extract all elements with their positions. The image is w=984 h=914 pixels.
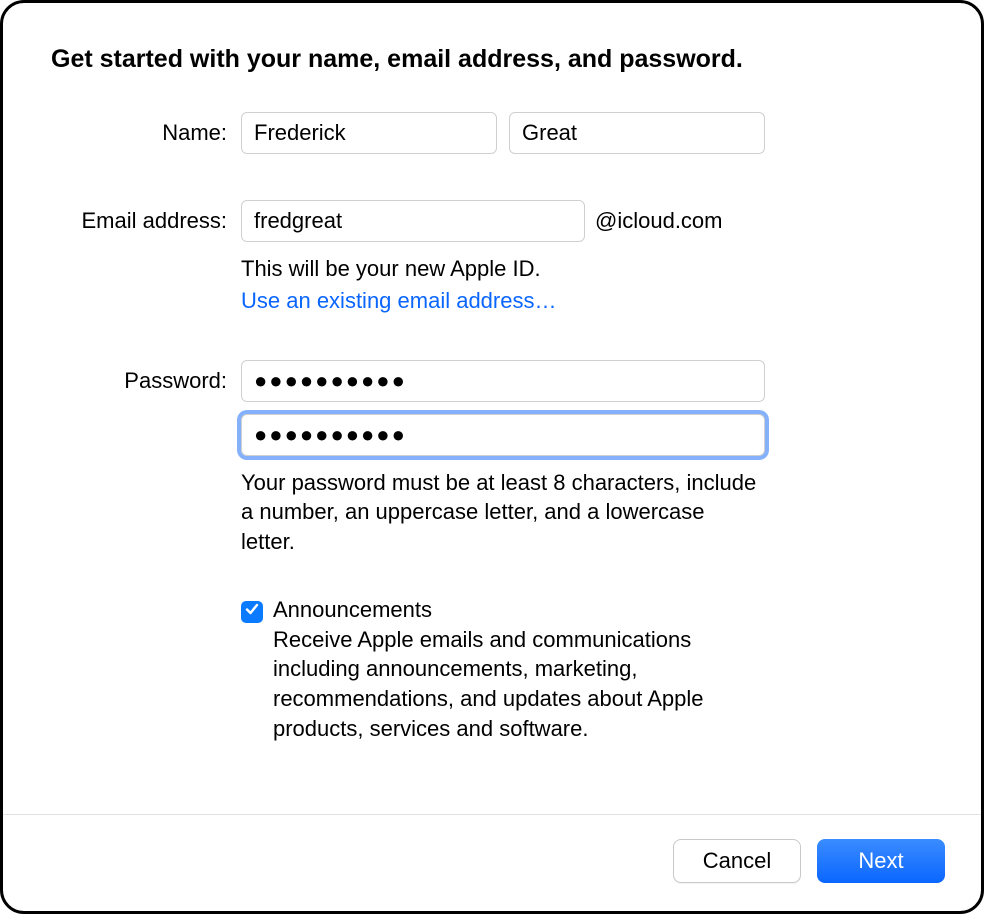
announcements-field-col: Announcements Receive Apple emails and c… bbox=[241, 597, 933, 744]
password-hint: Your password must be at least 8 charact… bbox=[241, 468, 761, 557]
email-row: Email address: @icloud.com This will be … bbox=[51, 200, 933, 314]
name-fields bbox=[241, 112, 933, 154]
cancel-button[interactable]: Cancel bbox=[673, 839, 801, 883]
first-name-input[interactable] bbox=[241, 112, 497, 154]
password-confirm-input[interactable] bbox=[241, 414, 765, 456]
announcements-content: Announcements Receive Apple emails and c… bbox=[273, 597, 933, 744]
signup-dialog: Get started with your name, email addres… bbox=[0, 0, 984, 914]
announcements-checkbox[interactable] bbox=[241, 601, 263, 623]
password-row: Password: Your password must be at least… bbox=[51, 360, 933, 557]
email-suffix: @icloud.com bbox=[595, 208, 723, 234]
email-input-row: @icloud.com bbox=[241, 200, 933, 242]
name-label: Name: bbox=[51, 112, 241, 146]
dialog-footer: Cancel Next bbox=[3, 814, 981, 911]
announcements-label: Announcements bbox=[273, 597, 933, 623]
announcements-spacer bbox=[51, 597, 241, 605]
email-field-col: @icloud.com This will be your new Apple … bbox=[241, 200, 933, 314]
dialog-heading: Get started with your name, email addres… bbox=[51, 45, 933, 74]
name-row: Name: bbox=[51, 112, 933, 200]
use-existing-email-link[interactable]: Use an existing email address… bbox=[241, 288, 556, 314]
email-hint: This will be your new Apple ID. bbox=[241, 254, 933, 284]
announcements-desc: Receive Apple emails and communications … bbox=[273, 625, 783, 744]
next-button[interactable]: Next bbox=[817, 839, 945, 883]
email-input[interactable] bbox=[241, 200, 585, 242]
announcements-checkbox-row: Announcements Receive Apple emails and c… bbox=[241, 597, 933, 744]
dialog-content: Get started with your name, email addres… bbox=[3, 3, 981, 814]
password-field-col: Your password must be at least 8 charact… bbox=[241, 360, 933, 557]
announcements-row: Announcements Receive Apple emails and c… bbox=[51, 597, 933, 744]
password-label: Password: bbox=[51, 360, 241, 394]
password-input[interactable] bbox=[241, 360, 765, 402]
email-label: Email address: bbox=[51, 200, 241, 234]
checkmark-icon bbox=[245, 602, 259, 621]
last-name-input[interactable] bbox=[509, 112, 765, 154]
